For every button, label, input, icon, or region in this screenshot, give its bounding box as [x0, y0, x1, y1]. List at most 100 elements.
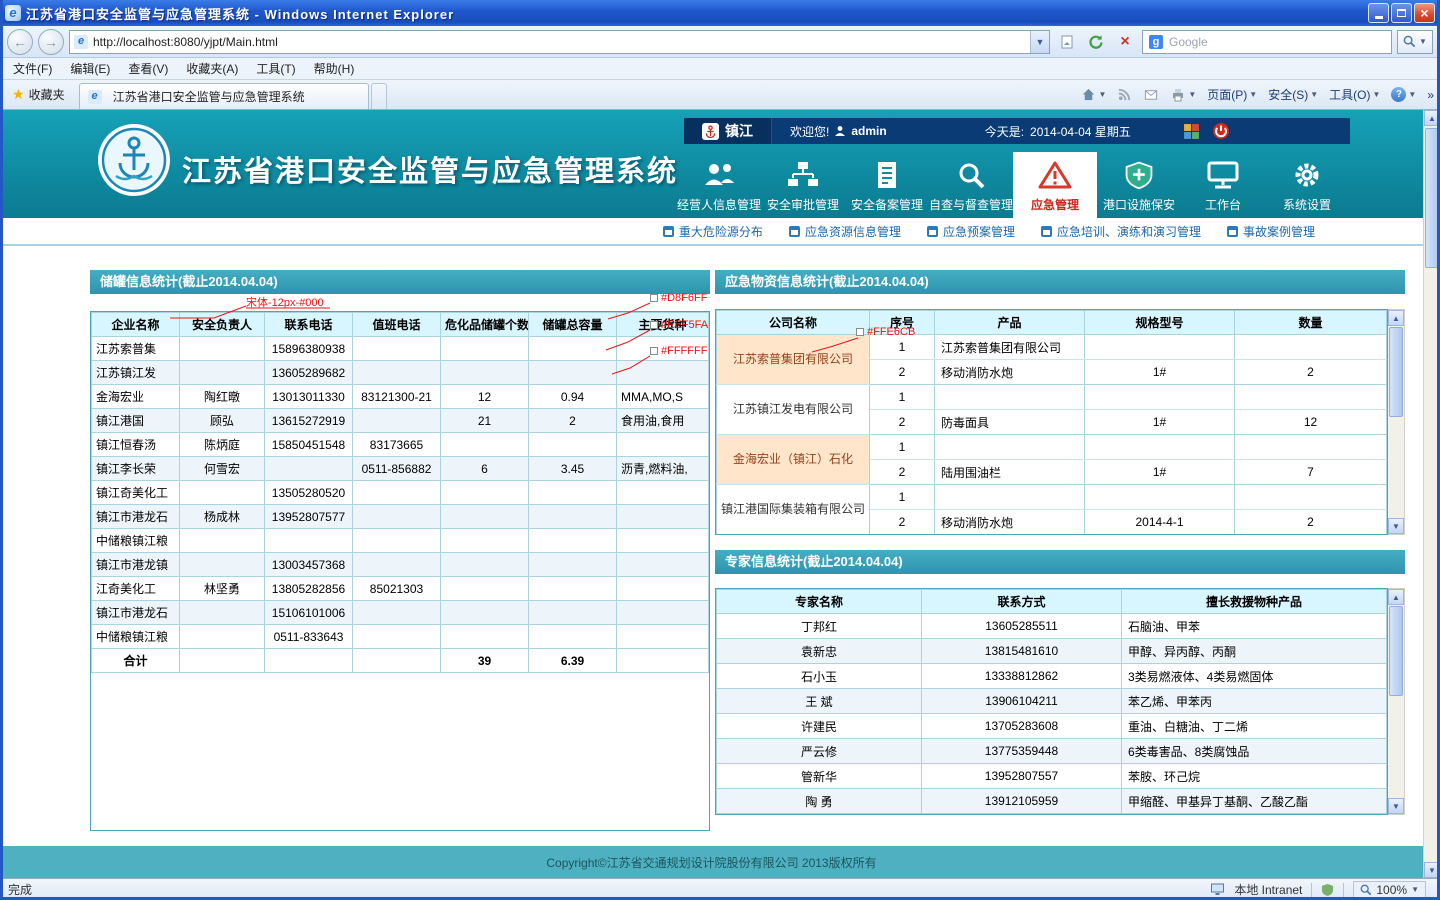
table-row: 严云修 13775359448 6类毒害品、8类腐蚀品: [717, 739, 1387, 764]
scroll-down-button[interactable]: ▼: [1388, 798, 1404, 814]
nav-item-operators[interactable]: 经营人信息管理: [677, 152, 761, 218]
print-icon: [1170, 87, 1186, 103]
safety-menu-button[interactable]: 安全(S) ▼: [1268, 86, 1318, 103]
menu-item[interactable]: 文件(F): [4, 58, 61, 79]
column-header: 联系方式: [922, 590, 1122, 614]
home-button[interactable]: ▼: [1081, 87, 1106, 102]
tab-ie-icon: e: [88, 90, 102, 104]
status-bar: 完成 本地 Intranet 100% ▼: [0, 878, 1440, 900]
nav-item-inspection[interactable]: 自查与督查管理: [929, 152, 1013, 218]
tank-cell: [353, 481, 441, 505]
overflow-chevron-icon[interactable]: »: [1427, 88, 1434, 102]
scroll-thumb[interactable]: [1389, 327, 1403, 417]
forward-button[interactable]: →: [38, 29, 64, 55]
menu-item[interactable]: 查看(V): [119, 58, 177, 79]
tank-cell: [529, 577, 617, 601]
tank-cell: [529, 601, 617, 625]
supplies-header-row: 公司名称 序号 产品 规格型号 数量: [717, 311, 1387, 335]
experts-scrollbar[interactable]: ▲ ▼: [1388, 588, 1405, 815]
page-menu-button[interactable]: 页面(P) ▼: [1207, 86, 1257, 103]
minimize-button[interactable]: [1368, 3, 1389, 23]
supplies-cell: [935, 435, 1085, 460]
supplies-cell: 7: [1235, 460, 1387, 485]
expert-cell: 许建民: [717, 714, 922, 739]
tank-cell: [529, 361, 617, 385]
tank-panel: 储罐信息统计(截止2014.04.04) 企业名称 安全负责人 联系电话 值班电…: [90, 270, 710, 831]
nav-item-workbench[interactable]: 工作台: [1181, 152, 1265, 218]
favorites-button[interactable]: ★ 收藏夹: [4, 82, 73, 106]
expert-cell: 13705283608: [922, 714, 1122, 739]
scroll-up-button[interactable]: ▲: [1388, 310, 1404, 326]
tank-cell: 13013011330: [265, 385, 353, 409]
page-scrollbar[interactable]: ▲ ▼: [1423, 110, 1440, 878]
tank-cell: 镇江市港龙石: [92, 505, 180, 529]
supplies-cell: 2: [870, 510, 935, 535]
home-dropdown-icon: ▼: [1098, 90, 1106, 99]
expert-cell: 甲醇、异丙醇、丙酮: [1122, 639, 1387, 664]
subnav-item[interactable]: 事故案例管理: [1227, 223, 1315, 240]
back-button[interactable]: ←: [7, 29, 33, 55]
scroll-down-button[interactable]: ▼: [1424, 862, 1440, 878]
address-dropdown[interactable]: ▼: [1030, 31, 1049, 53]
compatibility-view-button[interactable]: [1055, 30, 1079, 54]
command-bar: ▼ ▼ 页面(P) ▼ 安全(S) ▼ 工具(O) ▼: [1081, 80, 1434, 109]
scroll-down-button[interactable]: ▼: [1388, 518, 1404, 534]
supplies-cell: 1#: [1085, 410, 1235, 435]
menu-item[interactable]: 收藏夹(A): [177, 58, 247, 79]
scroll-up-button[interactable]: ▲: [1424, 110, 1440, 126]
theme-icon[interactable]: [1183, 123, 1200, 140]
refresh-button[interactable]: [1084, 30, 1108, 54]
stop-button[interactable]: ×: [1113, 30, 1137, 54]
tank-cell: 食用油,食用: [617, 409, 709, 433]
date-value: 2014-04-04 星期五: [1030, 123, 1131, 140]
scroll-thumb[interactable]: [1425, 128, 1439, 268]
subnav-item[interactable]: 应急预案管理: [927, 223, 1015, 240]
read-mail-button[interactable]: [1143, 87, 1159, 102]
supplies-cell: 1: [870, 385, 935, 410]
expert-cell: 13815481610: [922, 639, 1122, 664]
feed-button[interactable]: [1117, 87, 1132, 102]
subnav-item[interactable]: 应急资源信息管理: [789, 223, 901, 240]
tank-cell: [441, 361, 529, 385]
address-input[interactable]: e http://localhost:8080/yjpt/Main.html ▼: [69, 30, 1050, 54]
logout-icon[interactable]: [1212, 122, 1230, 140]
zoom-control[interactable]: 100% ▼: [1353, 881, 1426, 899]
nav-item-safety-filing[interactable]: 安全备案管理: [845, 152, 929, 218]
tools-menu-button[interactable]: 工具(O) ▼: [1329, 86, 1380, 103]
scroll-thumb[interactable]: [1389, 606, 1403, 696]
close-button[interactable]: ×: [1414, 3, 1435, 23]
new-tab-stub[interactable]: [371, 83, 387, 109]
subnav-item[interactable]: 应急培训、演练和演习管理: [1041, 223, 1201, 240]
help-button[interactable]: ? ▼: [1391, 87, 1416, 102]
divider: [1311, 883, 1312, 897]
expert-cell: 石小玉: [717, 664, 922, 689]
search-input[interactable]: g Google: [1142, 30, 1392, 54]
nav-item-safety-approval[interactable]: 安全审批管理: [761, 152, 845, 218]
menu-item[interactable]: 帮助(H): [305, 58, 364, 79]
supplies-cell: [1085, 335, 1235, 360]
scroll-up-button[interactable]: ▲: [1388, 589, 1404, 605]
print-button[interactable]: ▼: [1170, 87, 1196, 103]
tank-cell: 13003457368: [265, 553, 353, 577]
tank-cell: [529, 553, 617, 577]
table-row: 江苏镇江发 13605289682: [92, 361, 709, 385]
nav-item-emergency[interactable]: 应急管理: [1013, 152, 1097, 218]
browser-tab[interactable]: e 江苏省港口安全监管与应急管理系统: [79, 83, 369, 109]
column-header: 安全负责人: [180, 313, 265, 337]
nav-item-settings[interactable]: 系统设置: [1265, 152, 1349, 218]
search-icon: [1403, 35, 1416, 48]
sub-nav: 重大危险源分布 应急资源信息管理 应急预案管理 应急培训、演练和演习管理: [0, 218, 1423, 246]
tank-cell: [180, 337, 265, 361]
refresh-icon: [1088, 34, 1104, 50]
nav-item-port-security[interactable]: 港口设施保安: [1097, 152, 1181, 218]
tank-cell: [265, 529, 353, 553]
search-button[interactable]: ▼: [1397, 30, 1433, 54]
menu-item[interactable]: 编辑(E): [61, 58, 119, 79]
subnav-item[interactable]: 重大危险源分布: [663, 223, 763, 240]
menu-item[interactable]: 工具(T): [247, 58, 304, 79]
tank-cell: [441, 601, 529, 625]
supplies-scrollbar[interactable]: ▲ ▼: [1388, 309, 1405, 535]
tank-cell: [529, 505, 617, 529]
tank-cell: [353, 337, 441, 361]
maximize-button[interactable]: [1391, 3, 1412, 23]
